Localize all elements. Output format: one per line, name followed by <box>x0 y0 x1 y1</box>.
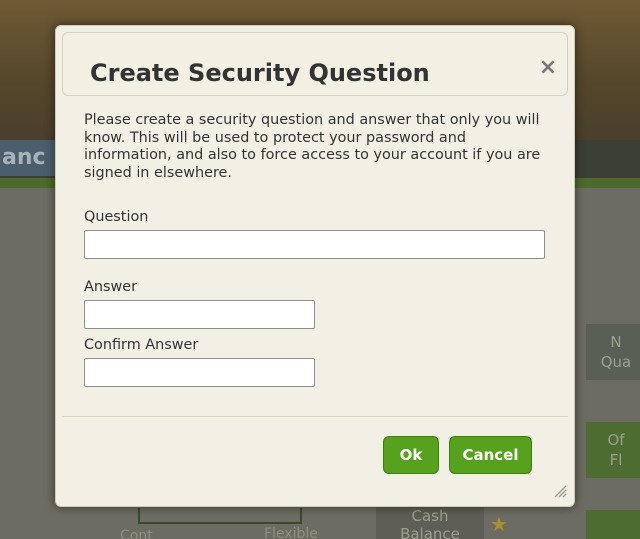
background-tree-lines <box>138 508 302 524</box>
confirm-answer-input[interactable] <box>84 358 315 387</box>
background-label-left: Cont <box>120 528 153 539</box>
resize-grip-icon[interactable] <box>553 484 567 498</box>
cancel-button[interactable]: Cancel <box>449 436 532 474</box>
close-icon[interactable]: × <box>537 57 559 79</box>
security-question-dialog: Create Security Question × Please create… <box>55 25 575 507</box>
confirm-answer-label: Confirm Answer <box>84 337 199 353</box>
dialog-title: Create Security Question <box>90 59 430 87</box>
star-icon: ★ <box>490 512 508 536</box>
question-input[interactable] <box>84 230 545 259</box>
dialog-intro-text: Please create a security question and an… <box>84 112 541 181</box>
background-label-right: Flexible <box>264 526 318 539</box>
background-box-quote: N Qua <box>586 324 640 380</box>
answer-input[interactable] <box>84 300 315 329</box>
question-label: Question <box>84 209 149 225</box>
background-box-extra <box>586 510 640 539</box>
dialog-titlebar: Create Security Question × <box>62 32 568 96</box>
ok-button[interactable]: Ok <box>383 436 439 474</box>
background-box-offer: Of Fl <box>586 422 640 478</box>
dialog-divider <box>62 416 568 417</box>
background-cash-balance: Cash Balance <box>376 505 484 539</box>
answer-label: Answer <box>84 279 138 295</box>
